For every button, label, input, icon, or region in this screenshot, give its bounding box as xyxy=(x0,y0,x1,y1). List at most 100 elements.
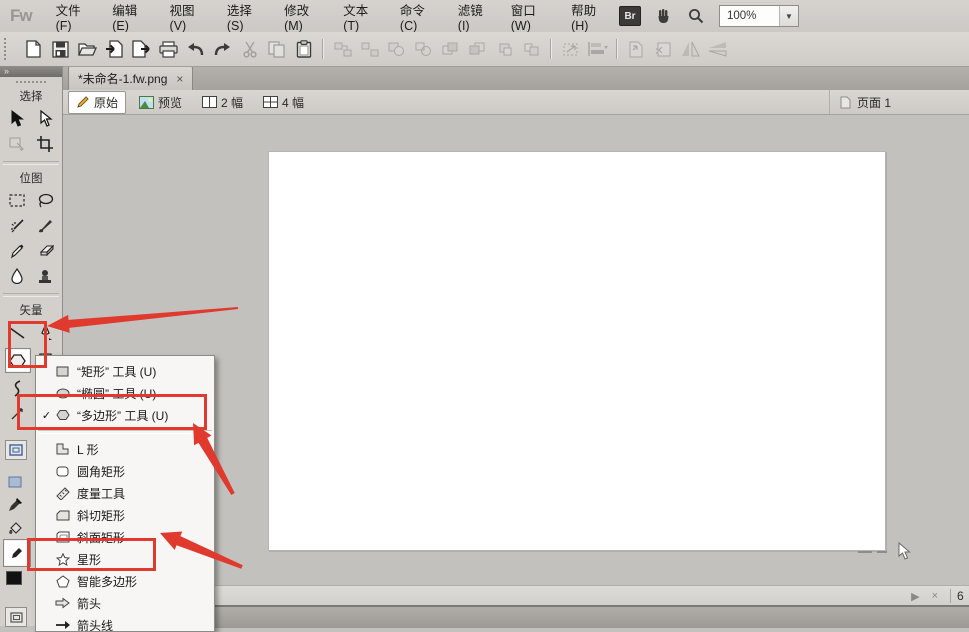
menu-item-ellipse-tool[interactable]: “椭圆” 工具 (U) xyxy=(36,382,214,404)
align-dropdown-icon[interactable] xyxy=(584,37,611,61)
menu-commands[interactable]: 命令(C) xyxy=(390,0,448,32)
union-icon[interactable] xyxy=(383,37,410,61)
eraser-tool-icon[interactable] xyxy=(33,239,57,262)
menu-item-smart-polygon[interactable]: 智能多边形 xyxy=(36,570,214,592)
flip-horizontal-icon[interactable] xyxy=(677,37,704,61)
menu-item-arrow-line[interactable]: 箭头线 xyxy=(36,614,214,632)
blur-tool-icon[interactable] xyxy=(5,264,29,287)
menu-item-chamfer-rectangle[interactable]: 斜切矩形 xyxy=(36,504,214,526)
paint-bucket-tool-icon[interactable] xyxy=(3,516,27,539)
menu-file[interactable]: 文件(F) xyxy=(46,0,103,32)
star-icon xyxy=(53,553,72,566)
rubber-stamp-tool-icon[interactable] xyxy=(33,264,57,287)
panel-collapse-button[interactable]: » xyxy=(0,66,62,77)
panel-bottom-icon[interactable] xyxy=(5,607,27,627)
copy-icon[interactable] xyxy=(263,37,290,61)
pencil-tool-icon[interactable] xyxy=(5,239,29,262)
canvas[interactable] xyxy=(268,151,886,551)
subselection-tool-icon[interactable] xyxy=(33,107,57,130)
section-bitmap-label: 位图 xyxy=(0,170,62,186)
menu-select[interactable]: 选择(S) xyxy=(217,0,274,32)
line-tool-icon[interactable] xyxy=(5,321,29,344)
panel-grip[interactable] xyxy=(16,81,46,85)
stop-icon[interactable]: × xyxy=(932,590,938,602)
export-icon[interactable] xyxy=(128,37,155,61)
block-arrow-icon xyxy=(53,597,72,609)
bring-front-icon[interactable] xyxy=(437,37,464,61)
canvas-resize-mark xyxy=(858,551,872,553)
bring-forward-icon[interactable] xyxy=(464,37,491,61)
page-indicator[interactable]: 页面 1 xyxy=(857,94,891,111)
menu-modify[interactable]: 修改(M) xyxy=(274,0,333,32)
tab-2up[interactable]: 2 幅 xyxy=(195,92,250,113)
document-tab[interactable]: *未命名-1.fw.png × xyxy=(68,66,193,90)
new-document-icon[interactable] xyxy=(20,37,47,61)
polygon-tool-button[interactable] xyxy=(5,348,31,373)
polygon-icon xyxy=(53,409,72,421)
menu-view[interactable]: 视图(V) xyxy=(160,0,217,32)
print-icon[interactable] xyxy=(155,37,182,61)
stroke-color-tool-icon[interactable] xyxy=(3,539,31,567)
open-folder-icon[interactable] xyxy=(74,37,101,61)
zoom-level-dropdown[interactable]: 100% ▼ xyxy=(719,5,799,27)
tab-original[interactable]: 原始 xyxy=(68,91,126,114)
brush-tool-icon[interactable] xyxy=(33,214,57,237)
document-tab-title: *未命名-1.fw.png xyxy=(78,70,167,87)
statusbar-clipped-number: 6 xyxy=(957,589,969,603)
menu-window[interactable]: 窗口(W) xyxy=(501,0,561,32)
tab-4up[interactable]: 4 幅 xyxy=(256,92,311,113)
select-behind-tool-icon[interactable] xyxy=(5,132,29,155)
intersect-icon[interactable] xyxy=(410,37,437,61)
vector-path-tool-icon[interactable] xyxy=(5,402,29,425)
zoom-search-icon[interactable] xyxy=(687,7,705,25)
magic-wand-tool-icon[interactable] xyxy=(5,214,29,237)
menu-item-arrow[interactable]: 箭头 xyxy=(36,592,214,614)
paste-inside-icon[interactable] xyxy=(623,37,650,61)
ungroup-icon[interactable] xyxy=(356,37,383,61)
save-icon[interactable] xyxy=(47,37,74,61)
menu-item-bevel-rectangle[interactable]: 斜面矩形 xyxy=(36,526,214,548)
bridge-icon[interactable]: Br xyxy=(619,6,641,26)
send-backward-icon[interactable] xyxy=(491,37,518,61)
color-swatch-black[interactable] xyxy=(6,571,22,585)
menu-edit[interactable]: 编辑(E) xyxy=(102,0,159,32)
marquee-tool-icon[interactable] xyxy=(5,189,29,212)
paste-attributes-icon[interactable] xyxy=(650,37,677,61)
flip-vertical-icon[interactable] xyxy=(704,37,731,61)
crop-tool-icon[interactable] xyxy=(33,132,57,155)
send-back-icon[interactable] xyxy=(518,37,545,61)
import-icon[interactable] xyxy=(101,37,128,61)
menu-filters[interactable]: 滤镜(I) xyxy=(448,0,501,32)
menu-item-rounded-rectangle[interactable]: 圆角矩形 xyxy=(36,460,214,482)
toolbar-grip[interactable] xyxy=(4,38,12,60)
pointer-tool-icon[interactable] xyxy=(5,107,29,130)
group-icon[interactable] xyxy=(329,37,356,61)
slice-scale-tool-icon[interactable] xyxy=(5,440,27,460)
menu-item-rectangle-tool[interactable]: “矩形” 工具 (U) xyxy=(36,360,214,382)
canvas-resize-mark xyxy=(877,551,887,553)
cut-icon[interactable] xyxy=(236,37,263,61)
play-animation-icon[interactable]: ▶ xyxy=(911,590,919,603)
page-icon xyxy=(840,96,851,109)
menu-item-polygon-tool[interactable]: ✓ “多边形” 工具 (U) xyxy=(36,404,214,426)
eyedropper-tool-icon[interactable] xyxy=(3,493,27,516)
redo-icon[interactable] xyxy=(209,37,236,61)
tab-close-icon[interactable]: × xyxy=(176,73,183,85)
menu-item-measure-tool[interactable]: 度量工具 xyxy=(36,482,214,504)
undo-icon[interactable] xyxy=(182,37,209,61)
hand-tool-icon[interactable] xyxy=(655,7,673,25)
pentagon-icon xyxy=(53,575,72,588)
menu-text[interactable]: 文本(T) xyxy=(333,0,390,32)
menu-item-l-shape[interactable]: L 形 xyxy=(36,438,214,460)
rectangle-icon xyxy=(53,366,72,377)
transform-icon[interactable] xyxy=(557,37,584,61)
menu-item-star[interactable]: 星形 xyxy=(36,548,214,570)
freeform-tool-icon[interactable] xyxy=(5,377,29,400)
zoom-dropdown-arrow-icon[interactable]: ▼ xyxy=(779,6,798,26)
menu-help[interactable]: 帮助(H) xyxy=(561,0,619,32)
lasso-tool-icon[interactable] xyxy=(33,189,57,212)
pen-tool-icon[interactable] xyxy=(33,321,57,344)
tab-preview[interactable]: 预览 xyxy=(132,92,189,113)
hotspot-tool-icon[interactable] xyxy=(3,470,27,493)
paste-icon[interactable] xyxy=(290,37,317,61)
